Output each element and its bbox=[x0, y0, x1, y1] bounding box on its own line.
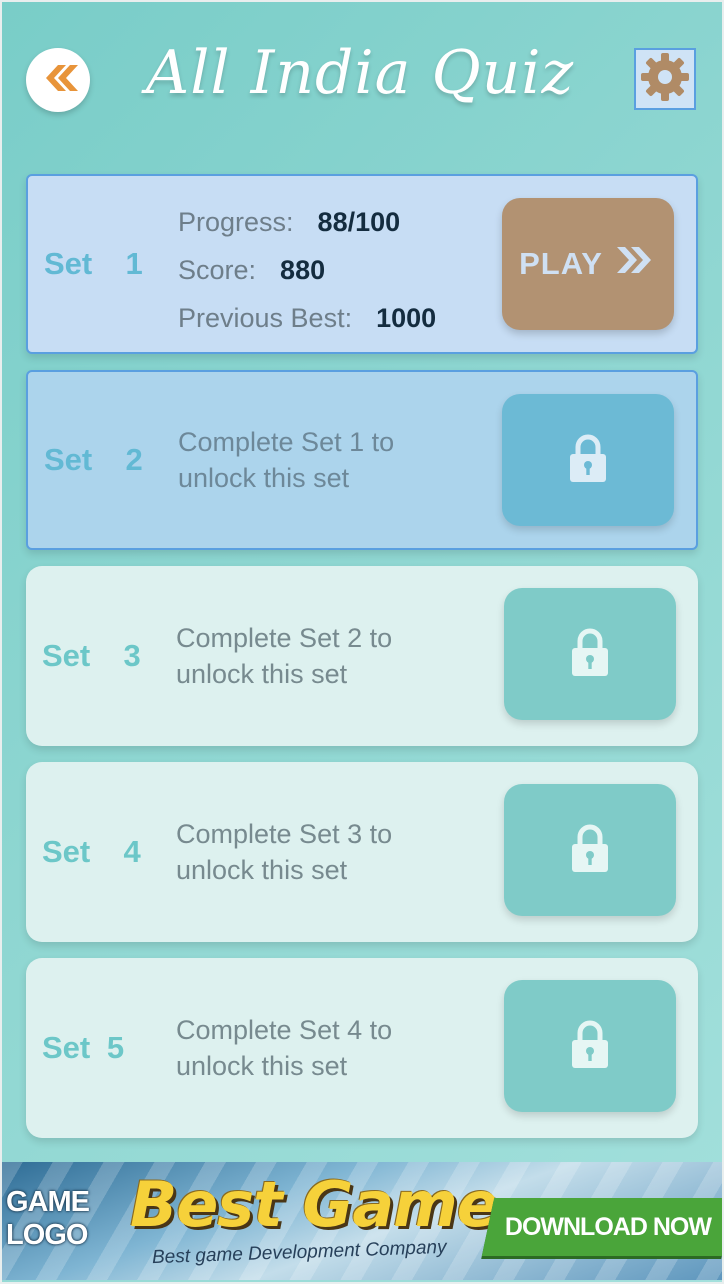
page-title: All India Quiz bbox=[145, 38, 575, 108]
progress-label: Progress: bbox=[178, 206, 294, 237]
gear-icon bbox=[639, 51, 691, 107]
locked-button[interactable] bbox=[504, 784, 676, 916]
ad-banner[interactable]: GAME LOGO Best Game Best game Developmen… bbox=[2, 1162, 722, 1280]
double-chevron-right-icon bbox=[616, 245, 657, 283]
lock-icon bbox=[570, 823, 610, 877]
ad-download-button[interactable]: DOWNLOAD NOW bbox=[481, 1198, 722, 1256]
unlock-message: Complete Set 2 to unlock this set bbox=[176, 623, 393, 689]
set-label: Set 5 bbox=[42, 1030, 125, 1065]
set-stats: Progress: 88/100 Score: 880 Previous Bes… bbox=[178, 198, 436, 342]
unlock-message: Complete Set 3 to unlock this set bbox=[176, 819, 393, 885]
lock-icon bbox=[570, 627, 610, 681]
unlock-message: Complete Set 4 to unlock this set bbox=[176, 1015, 393, 1081]
score-value: 880 bbox=[280, 254, 326, 285]
set-label: Set 4 bbox=[42, 834, 141, 869]
set-card-4[interactable]: Set 4 Complete Set 3 to unlock this set bbox=[26, 762, 698, 942]
set-card-2[interactable]: Set 2 Complete Set 1 to unlock this set bbox=[26, 370, 698, 550]
set-label: Set 2 bbox=[44, 442, 143, 477]
play-label: PLAY bbox=[519, 246, 603, 281]
ad-download-label: DOWNLOAD NOW bbox=[504, 1212, 712, 1241]
back-button[interactable] bbox=[26, 48, 90, 112]
locked-button[interactable] bbox=[504, 588, 676, 720]
locked-button[interactable] bbox=[502, 394, 674, 526]
previous-best-value: 1000 bbox=[376, 302, 437, 333]
settings-button[interactable] bbox=[634, 48, 696, 110]
locked-button[interactable] bbox=[504, 980, 676, 1112]
lock-icon bbox=[570, 1019, 610, 1073]
score-label: Score: bbox=[178, 254, 257, 285]
progress-value: 88/100 bbox=[317, 206, 401, 237]
set-label: Set 1 bbox=[44, 246, 143, 281]
set-card-5[interactable]: Set 5 Complete Set 4 to unlock this set bbox=[26, 958, 698, 1138]
unlock-message: Complete Set 1 to unlock this set bbox=[178, 427, 395, 493]
double-chevron-left-icon bbox=[38, 63, 78, 97]
set-label: Set 3 bbox=[42, 638, 141, 673]
set-card-1[interactable]: Set 1 Progress: 88/100 Score: 880 Previo… bbox=[26, 174, 698, 354]
set-card-3[interactable]: Set 3 Complete Set 2 to unlock this set bbox=[26, 566, 698, 746]
previous-best-label: Previous Best: bbox=[178, 302, 353, 333]
ad-headline: Best Game bbox=[130, 1168, 499, 1241]
play-button[interactable]: PLAY bbox=[502, 198, 674, 330]
lock-icon bbox=[568, 433, 608, 487]
ad-game-logo: GAME LOGO bbox=[6, 1186, 90, 1251]
